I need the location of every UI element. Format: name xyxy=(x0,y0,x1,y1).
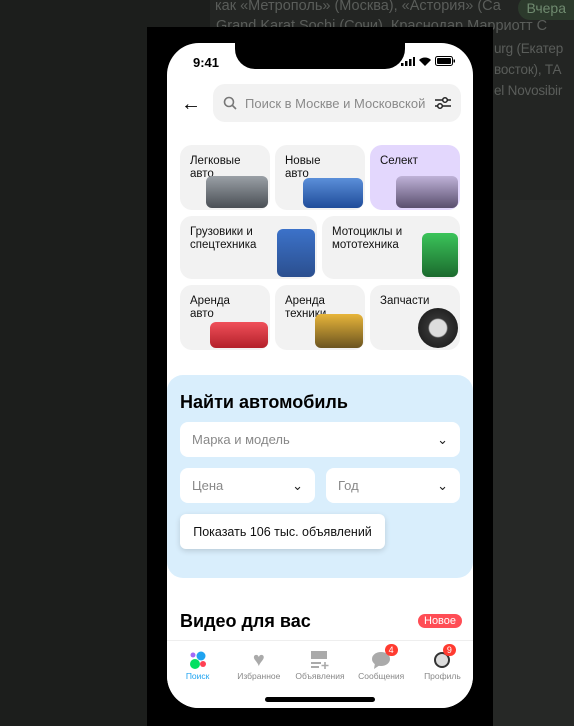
car-image xyxy=(210,322,268,348)
new-badge: Новое xyxy=(418,614,463,628)
notch xyxy=(235,43,405,69)
home-indicator xyxy=(265,697,375,702)
heart-icon: ♥ xyxy=(252,648,265,671)
date-badge: Вчера xyxy=(518,0,574,20)
signal-icon xyxy=(401,56,415,66)
tab-profile[interactable]: 9 Профиль xyxy=(412,641,473,708)
back-arrow-icon[interactable]: ← xyxy=(181,93,201,116)
category-car-rental[interactable]: Аренда авто xyxy=(180,285,270,350)
category-trucks[interactable]: Грузовики и спецтехника xyxy=(180,216,317,279)
price-select[interactable]: Цена ⌄ xyxy=(180,468,315,503)
search-input[interactable]: Поиск в Москве и Московской области xyxy=(213,84,461,122)
video-section-title: Видео для вас xyxy=(180,611,311,631)
category-motorcycles[interactable]: Мотоциклы и мототехника xyxy=(322,216,460,279)
wifi-icon xyxy=(419,57,431,66)
make-model-select[interactable]: Марка и модель ⌄ xyxy=(180,422,460,457)
chevron-down-icon: ⌄ xyxy=(292,477,303,493)
car-image xyxy=(206,176,268,208)
motorcycle-image xyxy=(422,233,458,277)
category-select[interactable]: Селект xyxy=(370,145,460,210)
year-select[interactable]: Год ⌄ xyxy=(326,468,460,503)
chevron-down-icon: ⌄ xyxy=(437,431,448,447)
background-text: urg (Екатер xyxy=(494,41,564,56)
category-parts[interactable]: Запчасти xyxy=(370,285,460,350)
loader-image xyxy=(315,314,363,348)
battery-icon xyxy=(435,56,455,66)
category-new-cars[interactable]: Новые авто xyxy=(275,145,365,210)
search-logo-icon xyxy=(189,651,206,669)
status-icons xyxy=(401,56,455,66)
phone-frame: 9:41 ← Поиск в Москве и Московской облас… xyxy=(147,27,493,726)
search-icon xyxy=(223,96,237,110)
find-car-section: Найти автомобиль Марка и модель ⌄ Цена ⌄ Г… xyxy=(167,375,473,578)
app-screen: 9:41 ← Поиск в Москве и Московской облас… xyxy=(167,43,473,708)
background-text: восток), ТА xyxy=(494,62,562,77)
profile-count-badge: 9 xyxy=(442,644,456,656)
filter-icon[interactable] xyxy=(435,96,451,110)
category-equipment-rental[interactable]: Аренда техники xyxy=(275,285,365,350)
background-text: как «Метрополь» (Москва), «Астория» (Са xyxy=(215,0,501,14)
background-text: el Novosibir xyxy=(494,83,563,98)
tire-image xyxy=(418,308,458,348)
tab-search[interactable]: Поиск xyxy=(167,641,228,708)
category-passenger-cars[interactable]: Легковые авто xyxy=(180,145,270,210)
truck-image xyxy=(277,229,315,277)
status-time: 9:41 xyxy=(193,55,220,70)
show-listings-button[interactable]: Показать 106 тыс. объявлений xyxy=(180,514,385,549)
car-image xyxy=(396,176,458,208)
chevron-down-icon: ⌄ xyxy=(437,477,448,493)
find-car-title: Найти автомобиль xyxy=(180,392,348,412)
car-image xyxy=(303,178,363,208)
add-listing-icon xyxy=(311,651,329,669)
messages-count-badge: 4 xyxy=(384,644,398,656)
background-panel xyxy=(490,200,574,726)
